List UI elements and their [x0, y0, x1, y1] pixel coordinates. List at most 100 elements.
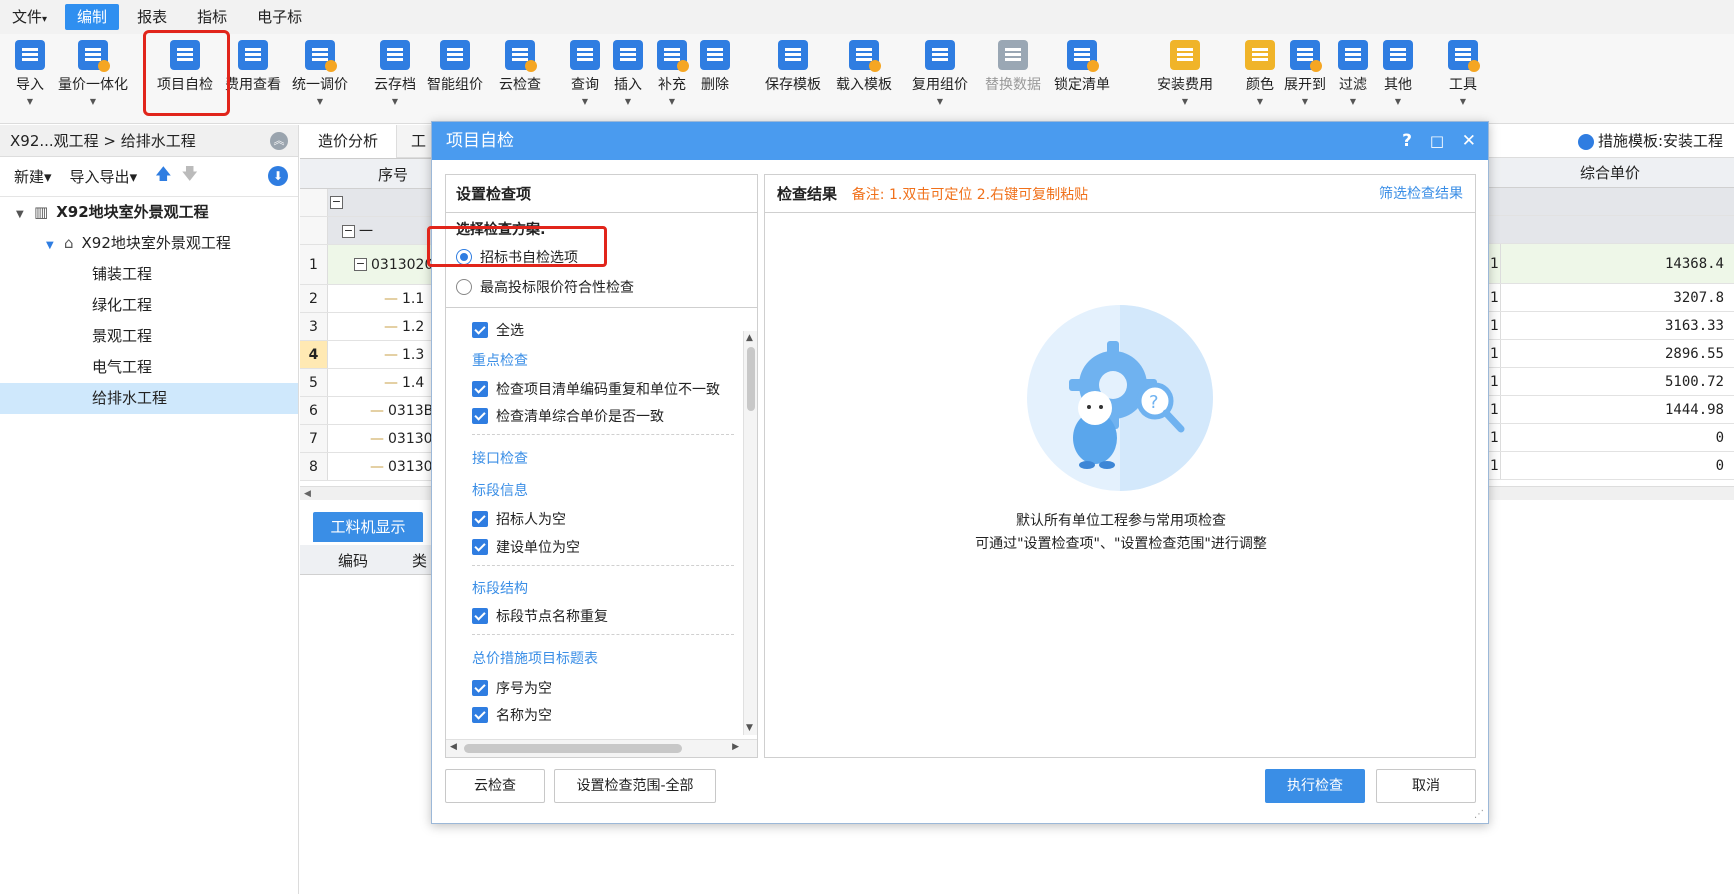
- expand-toggle-icon[interactable]: ▼: [46, 230, 60, 261]
- menu-e-bid[interactable]: 电子标: [245, 4, 314, 30]
- tab-partial[interactable]: 工: [411, 125, 426, 158]
- table-row[interactable]: [1486, 216, 1734, 244]
- table-row[interactable]: 8—0313020: [300, 453, 450, 481]
- tree-item[interactable]: 绿化工程: [0, 290, 298, 321]
- table-row[interactable]: 1 5100.72: [1486, 368, 1734, 396]
- collapse-box-icon[interactable]: −: [330, 196, 343, 209]
- menu-file[interactable]: 文件▾: [0, 4, 59, 30]
- help-icon[interactable]: ?: [1402, 122, 1412, 160]
- import-export-button[interactable]: 导入导出▾: [70, 166, 138, 187]
- tree-item[interactable]: ▼ ▥ X92地块室外景观工程: [0, 197, 298, 228]
- menu-index[interactable]: 指标: [185, 4, 239, 30]
- ribbon-button-install-fee[interactable]: 安装费用 ▼: [1157, 40, 1213, 106]
- cloud-check-button[interactable]: 云检查: [445, 769, 545, 803]
- table-row[interactable]: 1 14368.4: [1486, 244, 1734, 284]
- template-indicator[interactable]: 措施模板:安装工程: [1486, 125, 1734, 158]
- set-check-scope-button[interactable]: 设置检查范围-全部: [554, 769, 716, 803]
- cancel-button[interactable]: 取消: [1376, 769, 1476, 803]
- table-row[interactable]: 1 3163.33: [1486, 312, 1734, 340]
- collapse-box-icon[interactable]: −: [342, 225, 355, 238]
- scroll-right-icon[interactable]: ▶: [732, 742, 739, 752]
- table-row[interactable]: 10: [1486, 452, 1734, 480]
- tree-item[interactable]: 铺装工程: [0, 259, 298, 290]
- collapse-box-icon[interactable]: −: [354, 258, 367, 271]
- check-list-horizontal-scrollbar[interactable]: ◀ ▶: [446, 739, 757, 757]
- tree-item[interactable]: 电气工程: [0, 352, 298, 383]
- scroll-down-icon[interactable]: ▼: [746, 723, 753, 733]
- ribbon-button-smart-pricing[interactable]: 智能组价: [427, 40, 483, 106]
- ribbon-button-import[interactable]: 导入 ▼: [15, 40, 45, 106]
- tree-item[interactable]: ▼ ⌂ X92地块室外景观工程: [0, 228, 298, 259]
- ribbon-button-expand-to[interactable]: 展开到 ▼: [1284, 40, 1326, 106]
- ribbon-button-insert[interactable]: 插入 ▼: [613, 40, 643, 106]
- chevron-down-icon: ▼: [581, 97, 589, 106]
- table-row[interactable]: 1 1444.98: [1486, 396, 1734, 424]
- run-check-button[interactable]: 执行检查: [1265, 769, 1365, 803]
- move-up-icon[interactable]: 🡅: [155, 163, 171, 190]
- scroll-thumb[interactable]: [747, 347, 755, 411]
- menu-edit[interactable]: 编制: [65, 4, 120, 30]
- table-row[interactable]: 3 —1.2: [300, 313, 432, 341]
- ribbon-button-load-template[interactable]: 载入模板: [836, 40, 892, 106]
- maximize-icon[interactable]: □: [1430, 122, 1444, 160]
- move-down-icon[interactable]: 🡇: [182, 163, 198, 190]
- tree-item[interactable]: 给排水工程: [0, 383, 298, 414]
- table-row[interactable]: 10: [1486, 424, 1734, 452]
- checkbox-code-unit[interactable]: 检查项目清单编码重复和单位不一致: [472, 379, 720, 399]
- resize-grip-icon[interactable]: ⋰: [1474, 809, 1484, 820]
- tab-cost-analysis[interactable]: 造价分析: [300, 125, 398, 158]
- checkbox-select-all[interactable]: 全选: [472, 320, 524, 340]
- ribbon-button-filter[interactable]: 过滤 ▼: [1338, 40, 1368, 106]
- filter-results-link[interactable]: 筛选检查结果: [1379, 175, 1463, 213]
- table-row[interactable]: 1 −0313020: [300, 245, 433, 285]
- ribbon-button-delete[interactable]: 删除: [700, 40, 730, 106]
- ribbon-button-reuse-pricing[interactable]: 复用组价 ▼: [912, 40, 968, 106]
- right-grid-scrollbar[interactable]: [1486, 486, 1734, 500]
- dialog-title-bar[interactable]: 项目自检 ? □ ✕: [432, 122, 1488, 160]
- table-row[interactable]: 1 2896.55: [1486, 340, 1734, 368]
- table-row[interactable]: 6—0313B00: [300, 397, 451, 425]
- ribbon-button-supplement[interactable]: 补充 ▼: [657, 40, 689, 106]
- checkbox-builder-empty[interactable]: 建设单位为空: [472, 537, 580, 557]
- table-row[interactable]: 5 —1.4: [300, 369, 432, 397]
- grid-horizontal-scrollbar[interactable]: ◀: [300, 486, 432, 500]
- table-row[interactable]: 7—0313020: [300, 425, 450, 453]
- tree-item[interactable]: 景观工程: [0, 321, 298, 352]
- expand-toggle-icon[interactable]: ▼: [16, 199, 30, 230]
- close-icon[interactable]: ✕: [1462, 122, 1476, 160]
- table-row[interactable]: 2 —1.1: [300, 285, 432, 313]
- ribbon-button-unified-price-adjust[interactable]: 统一调价 ▼: [292, 40, 348, 106]
- menu-report[interactable]: 报表: [125, 4, 179, 30]
- scroll-up-icon[interactable]: ▲: [746, 333, 753, 343]
- ribbon-button-price-integration[interactable]: 量价一体化 ▼: [58, 40, 128, 106]
- ribbon-button-color[interactable]: 颜色 ▼: [1245, 40, 1275, 106]
- ribbon-button-tools[interactable]: 工具 ▼: [1448, 40, 1480, 106]
- table-row[interactable]: − 一: [300, 217, 432, 245]
- checkbox-unit-price[interactable]: 检查清单综合单价是否一致: [472, 406, 664, 426]
- scroll-thumb[interactable]: [464, 744, 682, 753]
- checkbox-tenderer-empty[interactable]: 招标人为空: [472, 509, 566, 529]
- radio-max-price-check[interactable]: 最高投标限价符合性检查: [456, 277, 634, 297]
- ribbon-button-cloud-archive[interactable]: 云存档 ▼: [374, 40, 416, 106]
- ribbon-button-other[interactable]: 其他 ▼: [1383, 40, 1413, 106]
- ribbon-button-fee-view[interactable]: 费用查看: [225, 40, 281, 106]
- checkbox-seq-empty[interactable]: 序号为空: [472, 678, 552, 698]
- tab-labor-material-machine[interactable]: 工料机显示: [313, 512, 423, 542]
- check-list-vertical-scrollbar[interactable]: ▲ ▼: [743, 331, 757, 735]
- checkbox-node-duplicate[interactable]: 标段节点名称重复: [472, 606, 608, 626]
- new-button[interactable]: 新建▾: [14, 166, 52, 187]
- collapse-icon[interactable]: ︽: [270, 132, 288, 150]
- quantity-cell: 1: [1490, 373, 1499, 390]
- scroll-left-icon[interactable]: ◀: [450, 742, 457, 752]
- ribbon-button-cloud-check[interactable]: 云检查: [499, 40, 541, 106]
- table-row[interactable]: 1 3207.8: [1486, 284, 1734, 312]
- download-icon[interactable]: ⬇: [268, 166, 288, 186]
- ribbon-button-query[interactable]: 查询 ▼: [570, 40, 600, 106]
- table-row[interactable]: 4 —1.3: [300, 341, 432, 369]
- ribbon-button-lock-list[interactable]: 锁定清单: [1054, 40, 1110, 106]
- checkbox-name-empty[interactable]: 名称为空: [472, 705, 552, 725]
- table-row[interactable]: −: [300, 189, 432, 217]
- smart-pricing-icon: [440, 40, 470, 70]
- ribbon-button-save-template[interactable]: 保存模板: [765, 40, 821, 106]
- table-row[interactable]: [1486, 188, 1734, 216]
